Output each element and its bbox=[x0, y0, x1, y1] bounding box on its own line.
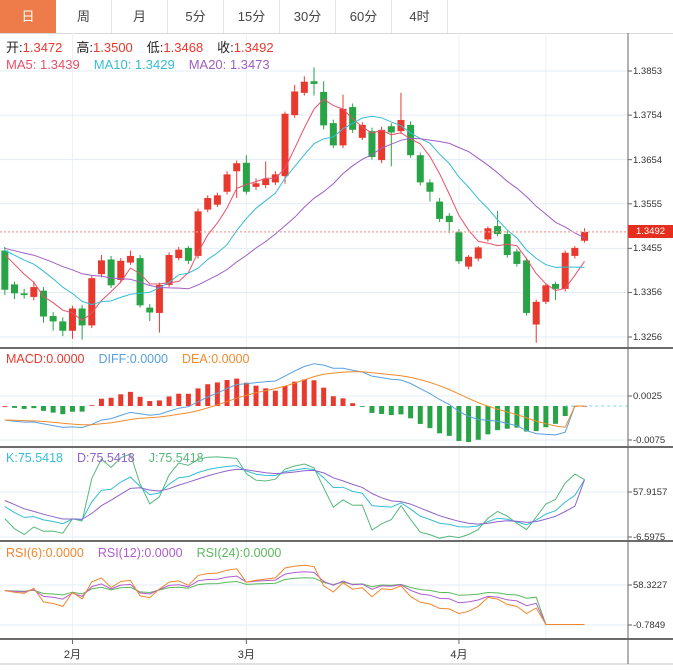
ma-readout-item: MA5: 1.3439 bbox=[6, 57, 80, 72]
rsi-value: 0.0000 bbox=[144, 546, 183, 560]
ohlc-readout-item: 高:1.3500 bbox=[76, 37, 132, 56]
kdj-label: K: bbox=[6, 451, 18, 465]
ohlc-readout-item: 低:1.3468 bbox=[147, 37, 203, 56]
rsi-axis-label: 58.3227 bbox=[633, 580, 668, 591]
kdj-label: J: bbox=[148, 451, 159, 465]
macd-readout: MACD:0.0000 DIFF:0.0000 DEA:0.0000 bbox=[6, 352, 263, 366]
ma-value: 1.3473 bbox=[229, 57, 270, 72]
month-label: 2月 bbox=[63, 649, 82, 661]
ohlc-readout-item: 收:1.3492 bbox=[217, 37, 273, 56]
kdj-readout-item: J:75.5418 bbox=[149, 451, 204, 465]
ohlc-value: 1.3472 bbox=[22, 40, 63, 55]
price-axis-label: 1.3555 bbox=[633, 198, 663, 210]
ma-label: MA5: bbox=[6, 57, 40, 72]
last-price-badge: 1.3492 bbox=[628, 225, 673, 239]
price-axis-label: 1.3256 bbox=[633, 332, 663, 343]
kdj-value: 75.5418 bbox=[89, 451, 135, 465]
trading-chart-app: 日周月 5分 15分 30分 60分 4时 开:1.3472 高:1.3500 低:1.346… bbox=[0, 0, 673, 672]
ma-readout-item: MA10: 1.3429 bbox=[94, 57, 175, 72]
rsi-readout-item: RSI(12):0.0000 bbox=[98, 546, 183, 560]
price-axis-label: 1.3356 bbox=[633, 287, 663, 299]
ma-label: MA20: bbox=[188, 57, 230, 72]
kdj-label: D: bbox=[77, 451, 90, 465]
rsi-value: 0.0000 bbox=[45, 546, 84, 560]
price-axis-label: 1.3754 bbox=[633, 110, 663, 122]
chart-canvas[interactable] bbox=[0, 0, 673, 672]
kdj-readout-item: D:75.5418 bbox=[77, 451, 135, 465]
ohlc-readout-item: 开:1.3472 bbox=[6, 37, 62, 56]
ohlc-readout: 开:1.3472 高:1.3500 低:1.3468 收:1.3492 bbox=[6, 37, 288, 56]
macd-label: MACD: bbox=[6, 352, 47, 366]
macd-value: 0.0000 bbox=[129, 352, 168, 366]
ohlc-label: 高: bbox=[76, 40, 94, 55]
rsi-readout: RSI(6):0.0000 RSI(12):0.0000 RSI(24):0.000… bbox=[6, 546, 295, 560]
rsi-readout-item: RSI(24):0.0000 bbox=[197, 546, 282, 560]
ohlc-value: 1.3468 bbox=[163, 40, 204, 55]
price-axis-label: 1.3455 bbox=[633, 243, 663, 255]
ma-readout-item: MA20: 1.3473 bbox=[189, 57, 270, 72]
kdj-axis-label: 57.9157 bbox=[633, 487, 668, 498]
macd-readout-item: MACD:0.0000 bbox=[6, 352, 85, 366]
month-label: 4月 bbox=[450, 649, 468, 661]
ma-value: 1.3429 bbox=[134, 57, 175, 72]
kdj-value: 75.5418 bbox=[17, 451, 63, 465]
kdj-axis-label: -6.5975 bbox=[633, 532, 666, 543]
rsi-label: RSI(24): bbox=[196, 546, 244, 560]
macd-value: 0.0000 bbox=[211, 352, 250, 366]
macd-axis-label: -0.0075 bbox=[633, 435, 666, 446]
macd-label: DEA: bbox=[182, 352, 212, 366]
ohlc-label: 低: bbox=[146, 40, 164, 55]
ohlc-label: 开: bbox=[6, 40, 23, 55]
macd-axis-label: 0.0025 bbox=[633, 391, 663, 402]
rsi-label: RSI(6): bbox=[6, 546, 46, 560]
month-label: 3月 bbox=[237, 649, 255, 661]
macd-label: DIFF: bbox=[98, 352, 130, 366]
ohlc-value: 1.3492 bbox=[233, 40, 274, 55]
rsi-readout-item: RSI(6):0.0000 bbox=[6, 546, 84, 560]
macd-value: 0.0000 bbox=[46, 352, 85, 366]
rsi-label: RSI(12): bbox=[97, 546, 145, 560]
ma-label: MA10: bbox=[93, 57, 135, 72]
macd-readout-item: DIFF:0.0000 bbox=[99, 352, 168, 366]
price-axis-label: 1.3853 bbox=[633, 66, 663, 77]
ohlc-value: 1.3500 bbox=[93, 40, 133, 55]
ma-value: 1.3439 bbox=[39, 57, 80, 72]
price-axis-label: 1.3654 bbox=[633, 154, 663, 166]
ohlc-label: 收: bbox=[217, 40, 234, 55]
rsi-value: 0.0000 bbox=[243, 546, 282, 560]
kdj-readout-item: K:75.5418 bbox=[6, 451, 63, 465]
kdj-value: 75.5418 bbox=[158, 451, 204, 465]
rsi-axis-label: -0.7849 bbox=[633, 620, 666, 631]
macd-readout-item: DEA:0.0000 bbox=[182, 352, 249, 366]
ma-readout: MA5: 1.3439 MA10: 1.3429 MA20: 1.3473 bbox=[6, 57, 284, 72]
kdj-readout: K:75.5418 D:75.5418 J:75.5418 bbox=[6, 451, 218, 465]
